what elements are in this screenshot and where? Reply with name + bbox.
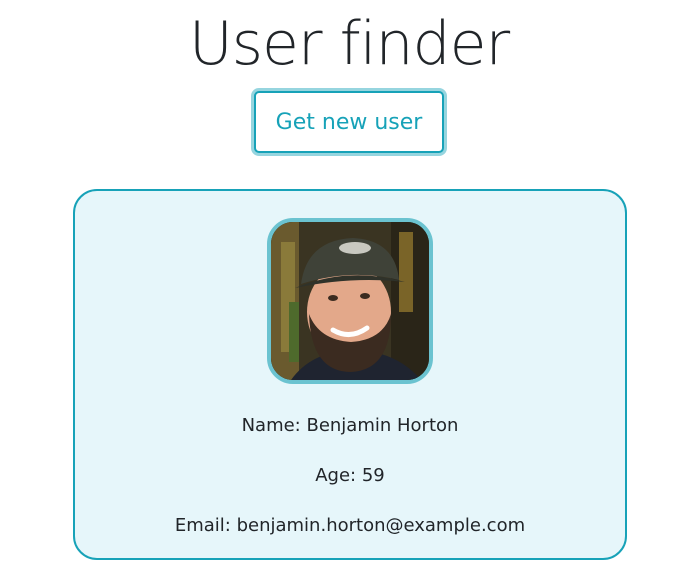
user-name: Name: Benjamin Horton bbox=[241, 415, 459, 436]
user-avatar bbox=[267, 218, 433, 384]
page-title: User finder bbox=[188, 9, 510, 79]
user-card: Name: Benjamin Horton Age: 59 Email: ben… bbox=[73, 189, 627, 560]
page: User finder Get new user Name: Benjamin … bbox=[0, 0, 698, 586]
user-age: Age: 59 bbox=[315, 465, 385, 486]
get-new-user-button[interactable]: Get new user bbox=[254, 91, 444, 153]
user-email: Email: benjamin.horton@example.com bbox=[174, 515, 526, 536]
user-photo-icon bbox=[271, 222, 429, 380]
